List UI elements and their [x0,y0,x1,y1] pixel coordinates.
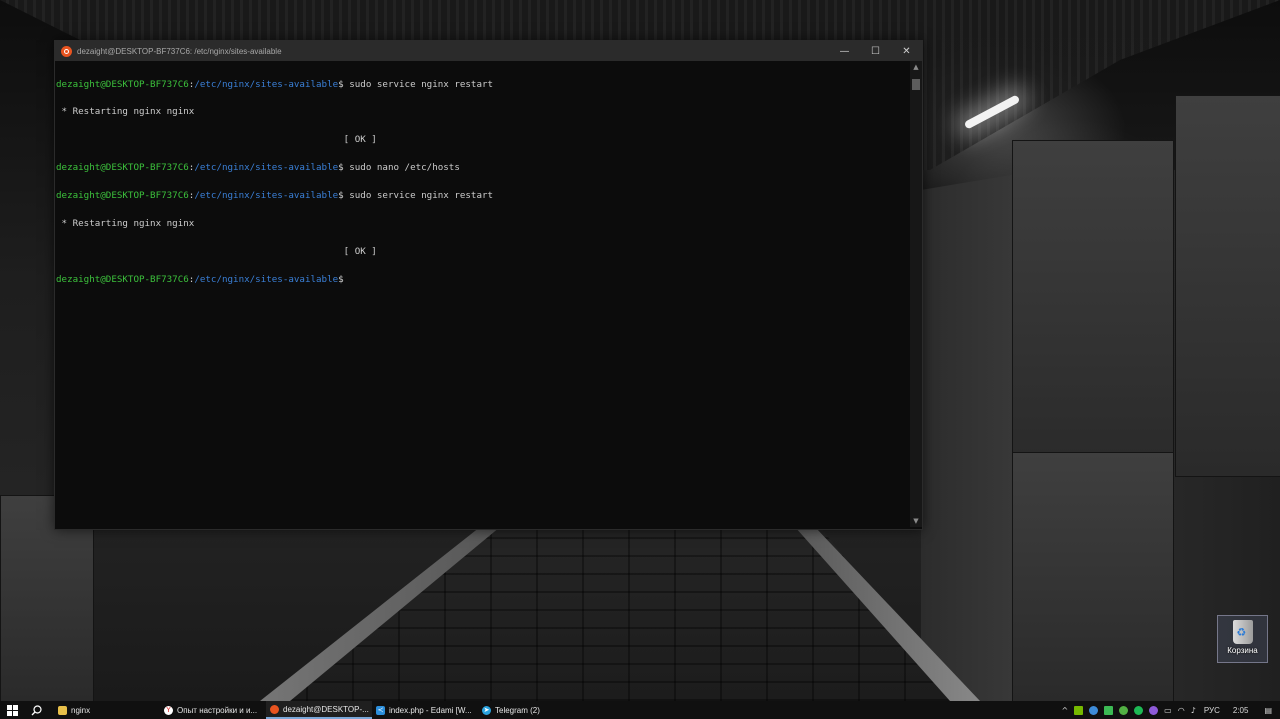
ubuntu-icon [61,45,72,57]
prompt-dollar: $ [338,162,350,174]
prompt-dollar: $ [338,190,350,202]
yandex-browser-icon: Y [164,705,173,715]
taskbar-item-browser[interactable]: Y Опыт настройки и и... [160,701,266,719]
input-language[interactable]: РУС [1204,706,1220,715]
title-bar[interactable]: dezaight@DESKTOP-BF737C6: /etc/nginx/sit… [55,41,922,61]
vertical-scrollbar[interactable]: ▲ ▼ [910,61,922,527]
taskbar-item-label: Telegram (2) [495,705,540,715]
scrollbar-thumb[interactable] [912,79,920,90]
search-button[interactable] [24,701,48,719]
console-line: dezaight@DESKTOP-BF737C6:/etc/nginx/site… [56,275,908,284]
recycle-bin[interactable]: Корзина [1217,615,1268,663]
battery-icon[interactable]: ▭ [1164,706,1172,715]
prompt-user: dezaight@DESKTOP-BF737C6 [56,273,189,285]
vscode-icon: ≺ [376,705,385,715]
terminal-console[interactable]: dezaight@DESKTOP-BF737C6:/etc/nginx/site… [56,61,908,527]
taskbar-item-terminal[interactable]: dezaight@DESKTOP-... [266,701,372,719]
wallpaper-floor [260,527,960,701]
wallpaper-panel [1175,95,1280,477]
prompt-dollar: $ [338,273,344,285]
terminal-window[interactable]: dezaight@DESKTOP-BF737C6: /etc/nginx/sit… [54,40,923,530]
feather-icon[interactable] [1149,705,1159,715]
telegram-icon: ➤ [482,705,491,715]
taskbar-item-telegram[interactable]: ➤ Telegram (2) [478,701,584,719]
taskbar-item-nginx-folder[interactable]: nginx [54,701,160,719]
command-text: sudo service nginx restart [349,78,494,90]
window-title: dezaight@DESKTOP-BF737C6: /etc/nginx/sit… [77,46,282,56]
taskbar: nginx Y Опыт настройки и и... dezaight@D… [0,701,1280,719]
taskbar-item-label: Опыт настройки и и... [177,705,258,715]
taskbar-item-label: nginx [71,705,91,715]
recycle-bin-icon [1232,620,1253,644]
wifi-icon[interactable]: ◠ [1178,706,1185,715]
taskbar-item-label: dezaight@DESKTOP-... [283,704,369,714]
command-text: sudo nano /etc/hosts [349,162,460,174]
console-output-line: * Restarting nginx nginx [56,218,195,230]
notifications-icon[interactable]: ▤ [1264,706,1272,715]
prompt-path: /etc/nginx/sites-available [194,190,339,202]
clock-time[interactable]: 2:05 [1233,706,1249,715]
nvidia-icon[interactable] [1074,705,1084,715]
console-line: dezaight@DESKTOP-BF737C6:/etc/nginx/site… [56,163,908,172]
prompt-path: /etc/nginx/sites-available [194,78,339,90]
taskbar-item-vscode[interactable]: ≺ index.php - Edami [W... [372,701,478,719]
window-controls: — ☐ ✕ [829,41,922,61]
system-tray: ^ ▭ ◠ ♪ РУС 2:05 ▤ [1058,701,1280,719]
prompt-path: /etc/nginx/sites-available [194,162,339,174]
command-text: sudo service nginx restart [349,190,494,202]
start-button[interactable] [0,701,24,719]
prompt-user: dezaight@DESKTOP-BF737C6 [56,162,189,174]
console-line: dezaight@DESKTOP-BF737C6:/etc/nginx/site… [56,78,908,90]
prompt-dollar: $ [338,78,350,90]
console-output-line: * Restarting nginx nginx [56,106,195,118]
recycle-bin-label: Корзина [1227,646,1258,655]
wallpaper-panel [1012,140,1174,472]
console-line: dezaight@DESKTOP-BF737C6:/etc/nginx/site… [56,191,908,200]
vpn-icon[interactable] [1089,705,1099,715]
prompt-user: dezaight@DESKTOP-BF737C6 [56,190,189,202]
xbox-icon[interactable] [1119,705,1129,715]
windows-icon [6,704,18,716]
ubuntu-icon [270,704,279,714]
wallpaper-panel [1012,452,1174,703]
prompt-path: /etc/nginx/sites-available [194,273,339,285]
scroll-down-icon[interactable]: ▼ [910,515,922,527]
minimize-button[interactable]: — [829,41,860,61]
show-hidden-icons-chevron-icon[interactable]: ^ [1061,706,1068,715]
volume-icon[interactable]: ♪ [1191,706,1196,715]
shield-check-icon[interactable] [1104,705,1114,715]
spotify-icon[interactable] [1134,705,1144,715]
taskbar-item-label: index.php - Edami [W... [389,705,472,715]
search-icon [31,704,42,715]
console-output-line: [ OK ] [56,134,377,146]
folder-icon [58,705,67,715]
console-output-line: [ OK ] [56,245,377,257]
prompt-user: dezaight@DESKTOP-BF737C6 [56,78,189,90]
close-button[interactable]: ✕ [891,41,922,61]
maximize-button[interactable]: ☐ [860,41,891,61]
scroll-up-icon[interactable]: ▲ [910,61,922,73]
